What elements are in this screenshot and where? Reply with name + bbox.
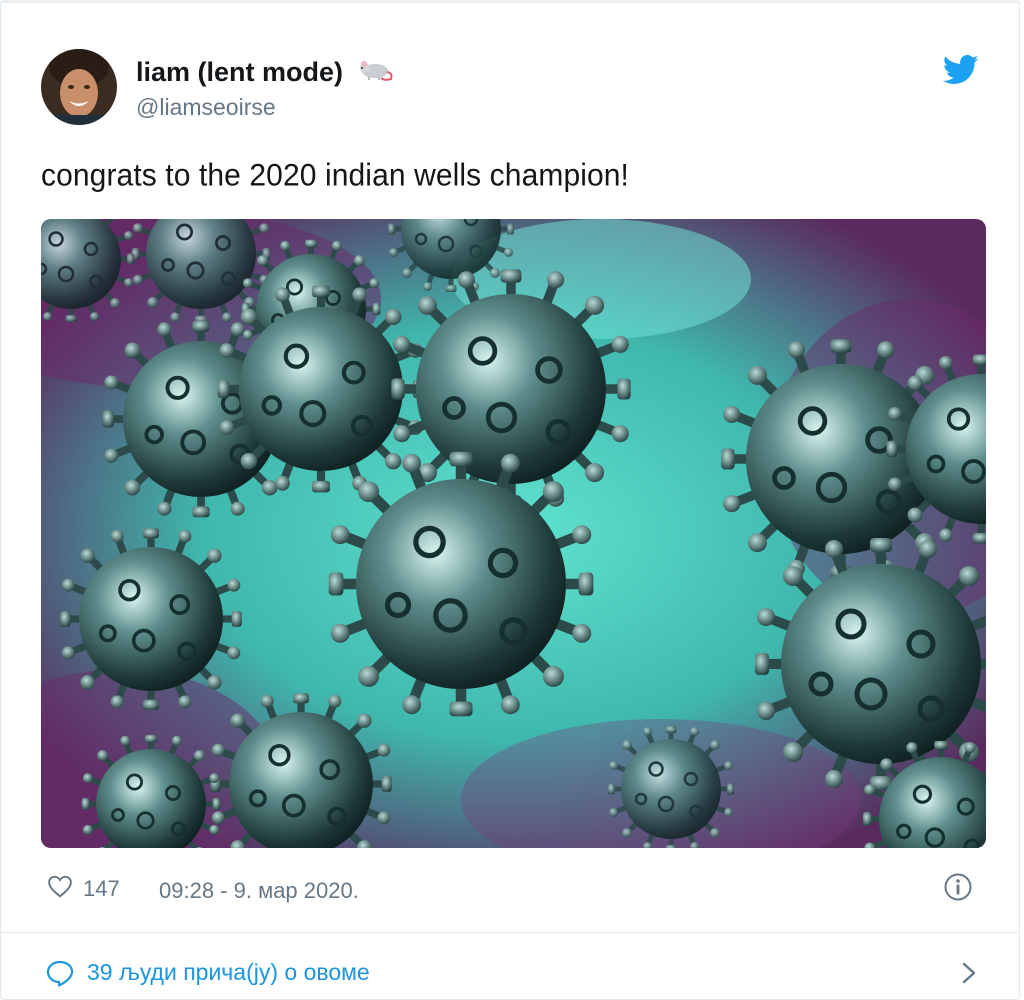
divider — [1, 932, 1019, 933]
like-count: 147 — [83, 876, 120, 901]
speech-bubble-icon — [45, 959, 75, 987]
display-name[interactable]: liam (lent mode) — [136, 57, 343, 88]
heart-icon — [47, 874, 73, 904]
tweet-header: liam (lent mode) @liamseoirse — [41, 49, 989, 125]
user-handle[interactable]: @liamseoirse — [136, 94, 395, 121]
twitter-bird-icon[interactable] — [942, 55, 979, 85]
tweet-text: congrats to the 2020 indian wells champi… — [41, 158, 629, 193]
tweet-media-image[interactable] — [41, 219, 986, 848]
conversation-link[interactable]: 39 људи прича(ју) о овоме — [45, 953, 979, 993]
tweet-timestamp[interactable]: 09:28 - 9. мар 2020. — [159, 878, 359, 904]
tweet-footer: 147 09:28 - 9. мар 2020. — [41, 868, 979, 908]
embedded-tweet-card: liam (lent mode) @liamseoirse congrats t — [0, 0, 1020, 1000]
like-button[interactable]: 147 — [47, 874, 120, 904]
rat-emoji-icon — [355, 57, 395, 88]
avatar[interactable] — [41, 49, 117, 125]
author-block: liam (lent mode) @liamseoirse — [136, 57, 395, 121]
coronavirus-illustration — [41, 219, 986, 848]
info-icon[interactable] — [943, 872, 973, 902]
chevron-right-icon[interactable] — [959, 959, 979, 987]
conversation-label[interactable]: 39 људи прича(ју) о овоме — [87, 959, 370, 986]
